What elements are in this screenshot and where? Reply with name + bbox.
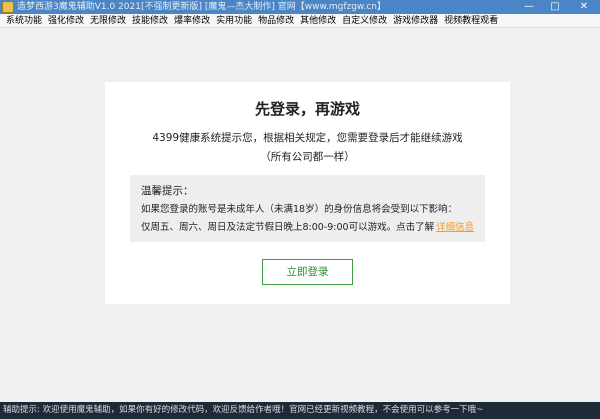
minimize-button[interactable]: — xyxy=(516,0,542,14)
login-notice-card: 先登录，再游戏 4399健康系统提示您，根据相关规定，您需要登录后才能继续游戏 … xyxy=(105,82,510,304)
window-controls: — □ ✕ xyxy=(516,0,600,14)
menu-bar: 系统功能 强化修改 无限修改 技能修改 爆率修改 实用功能 物品修改 其他修改 … xyxy=(0,14,600,28)
menu-item-video-tutorial[interactable]: 视频教程观看 xyxy=(441,14,501,28)
tips-minor-warning: 如果您登录的账号是未成年人（未满18岁）的身份信息将会受到以下影响： xyxy=(141,204,458,215)
menu-item-skills[interactable]: 技能修改 xyxy=(129,14,171,28)
tips-box: 温馨提示： 如果您登录的账号是未成年人（未满18岁）的身份信息将会受到以下影响：… xyxy=(130,175,485,242)
menu-item-items[interactable]: 物品修改 xyxy=(255,14,297,28)
tips-play-hours: 仅周五、周六、周日及法定节假日晚上8:00-9:00可以游戏。点击了解 详细信息 xyxy=(141,221,474,234)
status-text: 辅助提示: 欢迎使用魔鬼辅助，如果你有好的修改代码，欢迎反馈给作者哦！官网已经更… xyxy=(3,405,484,415)
title-bar: 造梦西游3魔鬼辅助V1.0 2021[不强制更新版] [魔鬼—杰大制作] 官网【… xyxy=(0,0,600,14)
menu-item-custom[interactable]: 自定义修改 xyxy=(339,14,390,28)
close-button[interactable]: ✕ xyxy=(568,0,600,14)
menu-item-system[interactable]: 系统功能 xyxy=(3,14,45,28)
menu-item-unlimited[interactable]: 无限修改 xyxy=(87,14,129,28)
game-content-area: 先登录，再游戏 4399健康系统提示您，根据相关规定，您需要登录后才能继续游戏 … xyxy=(0,29,600,402)
maximize-button[interactable]: □ xyxy=(542,0,568,14)
menu-item-other[interactable]: 其他修改 xyxy=(297,14,339,28)
notice-message: 4399健康系统提示您，根据相关规定，您需要登录后才能继续游戏 xyxy=(152,132,463,144)
app-icon xyxy=(2,1,14,13)
tips-title: 温馨提示： xyxy=(141,185,194,197)
notice-submessage: （所有公司都一样） xyxy=(260,151,355,163)
menu-item-enhance[interactable]: 强化修改 xyxy=(45,14,87,28)
menu-item-utility[interactable]: 实用功能 xyxy=(213,14,255,28)
notice-title: 先登录，再游戏 xyxy=(254,100,360,118)
details-link[interactable]: 详细信息 xyxy=(436,222,474,233)
login-button[interactable]: 立即登录 xyxy=(262,259,353,285)
menu-item-drop-rate[interactable]: 爆率修改 xyxy=(171,14,213,28)
status-bar: 辅助提示: 欢迎使用魔鬼辅助，如果你有好的修改代码，欢迎反馈给作者哦！官网已经更… xyxy=(0,402,600,419)
menu-item-game-modifier[interactable]: 游戏修改器 xyxy=(390,14,441,28)
window-title: 造梦西游3魔鬼辅助V1.0 2021[不强制更新版] [魔鬼—杰大制作] 官网【… xyxy=(17,2,386,12)
tips-play-hours-text: 仅周五、周六、周日及法定节假日晚上8:00-9:00可以游戏。点击了解 xyxy=(141,222,435,233)
